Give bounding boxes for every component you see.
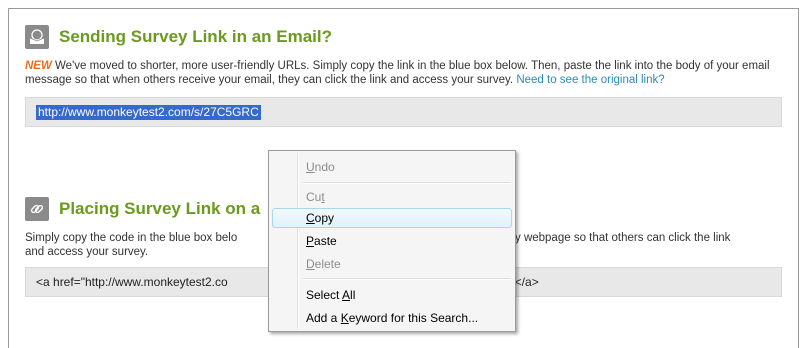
undo-accel: U bbox=[306, 160, 315, 174]
web-instructions-end: y webpage so that others can click the l… bbox=[515, 232, 731, 244]
cut-accel: t bbox=[321, 190, 325, 204]
email-section-header: Sending Survey Link in an Email? bbox=[25, 25, 782, 49]
email-section-title: Sending Survey Link in an Email? bbox=[59, 27, 333, 46]
email-instructions: NEW We've moved to shorter, more user-fr… bbox=[25, 59, 782, 87]
web-instructions-start: Simply copy the code in the blue box bel… bbox=[25, 232, 238, 244]
see-original-link[interactable]: Need to see the original link? bbox=[516, 74, 664, 86]
chain-link-icon bbox=[25, 197, 49, 221]
survey-url-box[interactable]: http://www.monkeytest2.com/s/27C5GRC bbox=[25, 97, 782, 127]
menu-separator bbox=[303, 278, 511, 280]
menu-item-copy[interactable]: Copy bbox=[306, 209, 334, 227]
select-all-rest: ll bbox=[350, 288, 356, 302]
embed-code-start[interactable]: <a href="http://www.monkeytest2.co bbox=[36, 275, 228, 290]
paste-accel: P bbox=[306, 234, 315, 248]
context-menu: Undo Cut Copy Paste Delete Select All Ad… bbox=[268, 150, 516, 332]
envelope-icon bbox=[25, 25, 49, 49]
new-tag: NEW bbox=[25, 60, 52, 72]
undo-rest: ndo bbox=[314, 160, 335, 174]
menu-icon-gutter bbox=[297, 153, 299, 329]
menu-item-undo[interactable]: Undo bbox=[306, 158, 335, 176]
web-instructions-line2: and access your survey. bbox=[25, 246, 149, 258]
menu-item-add-keyword[interactable]: Add a Keyword for this Search... bbox=[306, 309, 478, 327]
web-section-title: Placing Survey Link on a bbox=[59, 199, 261, 218]
survey-url-selected[interactable]: http://www.monkeytest2.com/s/27C5GRC bbox=[36, 105, 261, 120]
menu-item-cut[interactable]: Cut bbox=[306, 188, 325, 206]
cut-start: Cu bbox=[306, 190, 322, 204]
select-all-start: Select bbox=[306, 288, 343, 302]
add-keyword-start: Add a bbox=[306, 311, 341, 325]
select-all-accel: A bbox=[342, 288, 351, 302]
paste-rest: aste bbox=[314, 234, 337, 248]
menu-item-select-all[interactable]: Select All bbox=[306, 286, 355, 304]
delete-rest: elete bbox=[314, 257, 341, 271]
menu-item-paste[interactable]: Paste bbox=[306, 232, 337, 250]
menu-separator bbox=[303, 182, 511, 184]
add-keyword-accel: K bbox=[340, 311, 349, 325]
menu-item-delete[interactable]: Delete bbox=[306, 255, 341, 273]
add-keyword-rest: eyword for this Search... bbox=[348, 311, 479, 325]
copy-accel: C bbox=[306, 211, 315, 225]
email-link-section: Sending Survey Link in an Email? NEW We'… bbox=[25, 25, 782, 127]
delete-accel: D bbox=[306, 257, 315, 271]
copy-rest: opy bbox=[314, 211, 335, 225]
